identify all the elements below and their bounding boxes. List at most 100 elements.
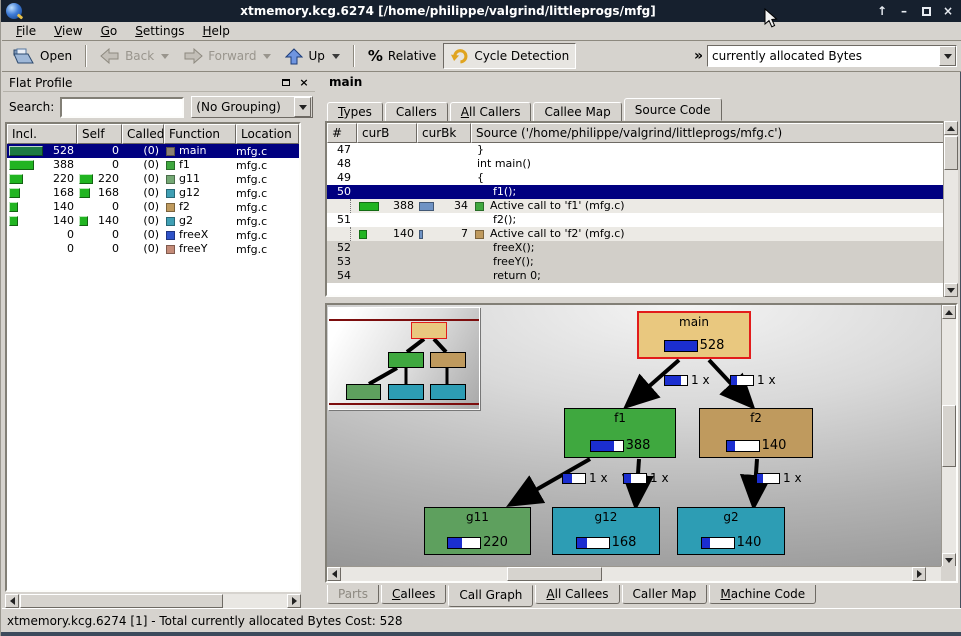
source-line-selected[interactable]: 50 f1();: [327, 185, 956, 199]
cost-bar: [9, 160, 34, 170]
scrollbar-thumb[interactable]: [507, 567, 602, 581]
scroll-left-icon[interactable]: [327, 567, 341, 581]
scroll-right-icon[interactable]: [287, 594, 301, 608]
graph-node-main[interactable]: main 528: [637, 311, 751, 359]
column-header-self[interactable]: Self: [77, 124, 122, 144]
table-row[interactable]: 0 0 (0) freeX mfg.c: [7, 228, 299, 242]
scrollbar-thumb[interactable]: [944, 136, 958, 170]
cost-bar: [359, 202, 379, 211]
column-header-called[interactable]: Called: [122, 124, 164, 144]
graph-vscrollbar[interactable]: [941, 305, 956, 567]
scroll-down-icon[interactable]: [942, 553, 956, 567]
titlebar: xtmemory.kcg.6274 [/home/philippe/valgri…: [1, 0, 961, 22]
column-header-line[interactable]: #: [327, 123, 357, 143]
tab-callee-map[interactable]: Callee Map: [533, 102, 621, 121]
source-line[interactable]: 54 return 0;: [327, 269, 956, 283]
menu-view[interactable]: View: [46, 23, 90, 39]
window-title: xtmemory.kcg.6274 [/home/philippe/valgri…: [22, 4, 874, 18]
tab-machine-code[interactable]: Machine Code: [709, 585, 816, 604]
table-row[interactable]: 528 0 (0) main mfg.c: [7, 144, 299, 158]
tab-all-callers[interactable]: All Callers: [450, 102, 532, 121]
table-row[interactable]: 0 0 (0) freeY mfg.c: [7, 242, 299, 256]
tab-all-callees[interactable]: All Callees: [535, 585, 619, 604]
scrollbar-thumb[interactable]: [942, 405, 956, 467]
call-graph-canvas[interactable]: main 528 f1 388 f2 140 g11 220 g12 168: [327, 305, 941, 567]
menu-help[interactable]: Help: [194, 23, 237, 39]
source-line[interactable]: 49 {: [327, 171, 956, 185]
graph-node-g2[interactable]: g2 140: [677, 507, 785, 555]
scroll-down-icon[interactable]: [944, 283, 958, 297]
source-line[interactable]: 53 freeY();: [327, 255, 956, 269]
open-button[interactable]: Open: [6, 43, 79, 69]
column-header-location[interactable]: Location: [236, 124, 299, 144]
source-vscrollbar[interactable]: [943, 121, 958, 297]
search-input[interactable]: [60, 97, 184, 118]
back-dropdown-icon[interactable]: [161, 54, 169, 59]
source-line[interactable]: 47 }: [327, 143, 956, 157]
tab-source-code[interactable]: Source Code: [624, 98, 722, 121]
graph-overview-minimap[interactable]: [328, 307, 480, 410]
cost-bar: [359, 230, 367, 239]
source-call-line[interactable]: 140 7 Active call to 'f2' (mfg.c): [327, 227, 956, 241]
graph-node-f1[interactable]: f1 388: [564, 408, 676, 458]
graph-node-f2[interactable]: f2 140: [699, 408, 813, 458]
source-line[interactable]: 51 f2();: [327, 213, 956, 227]
tab-types[interactable]: Types: [327, 102, 383, 121]
tab-callers[interactable]: Callers: [385, 102, 448, 121]
dock-float-button[interactable]: [279, 76, 293, 90]
minimize-button[interactable]: –: [896, 3, 912, 19]
graph-hscrollbar[interactable]: [327, 566, 941, 581]
cost-bar: [9, 202, 18, 212]
up-arrow-icon: [285, 48, 303, 65]
column-header-source[interactable]: Source ('/home/philippe/valgrind/littlep…: [471, 123, 956, 143]
cycle-detection-button[interactable]: Cycle Detection: [443, 43, 576, 69]
menu-go[interactable]: Go: [93, 23, 126, 39]
table-row[interactable]: 168 168 (0) g12 mfg.c: [7, 186, 299, 200]
relative-button[interactable]: % Relative: [361, 43, 443, 69]
scroll-right-icon[interactable]: [912, 567, 926, 581]
scroll-left-icon[interactable]: [5, 594, 19, 608]
scroll-up-icon[interactable]: [942, 305, 956, 319]
column-header-curb[interactable]: curB: [357, 123, 417, 143]
source-line[interactable]: 52 freeX();: [327, 241, 956, 255]
maximize-button[interactable]: [918, 3, 934, 19]
scroll-up-icon[interactable]: [944, 121, 958, 135]
close-button[interactable]: ×: [940, 3, 956, 19]
event-type-combobox[interactable]: currently allocated Bytes: [707, 45, 957, 67]
tab-caller-map[interactable]: Caller Map: [622, 585, 708, 604]
toolbar-overflow-icon[interactable]: »: [694, 48, 703, 64]
scrollbar-thumb[interactable]: [20, 594, 223, 608]
minimap-node-g2: [430, 384, 466, 400]
table-row[interactable]: 140 140 (0) g2 mfg.c: [7, 214, 299, 228]
dock-close-button[interactable]: ×: [297, 76, 311, 90]
column-header-function[interactable]: Function: [164, 124, 236, 144]
combobox-arrow-icon[interactable]: [939, 46, 956, 66]
source-line[interactable]: 48 int main(): [327, 157, 956, 171]
up-button[interactable]: Up: [278, 43, 346, 69]
edge-label-f2-g2: 1 x: [756, 471, 802, 485]
shade-button[interactable]: ↑: [874, 3, 890, 19]
grouping-combobox[interactable]: (No Grouping): [191, 96, 313, 118]
graph-node-g11[interactable]: g11 220: [424, 507, 531, 555]
forward-button[interactable]: Forward: [176, 43, 278, 69]
menu-file[interactable]: File: [8, 23, 44, 39]
menu-settings[interactable]: Settings: [127, 23, 192, 39]
table-row[interactable]: 220 220 (0) g11 mfg.c: [7, 172, 299, 186]
table-row[interactable]: 140 0 (0) f2 mfg.c: [7, 200, 299, 214]
tab-call-graph[interactable]: Call Graph: [448, 585, 533, 607]
forward-dropdown-icon[interactable]: [263, 54, 271, 59]
cost-bar: [9, 174, 23, 184]
tab-parts[interactable]: Parts: [327, 585, 379, 604]
forward-label: Forward: [208, 49, 256, 63]
flat-profile-hscrollbar[interactable]: [5, 594, 301, 608]
back-button[interactable]: Back: [93, 43, 176, 69]
source-call-line[interactable]: 388 34 Active call to 'f1' (mfg.c): [327, 199, 956, 213]
table-row[interactable]: 388 0 (0) f1 mfg.c: [7, 158, 299, 172]
column-header-incl[interactable]: Incl.: [7, 124, 77, 144]
column-header-curbk[interactable]: curBk: [417, 123, 471, 143]
up-dropdown-icon[interactable]: [332, 54, 340, 59]
grouping-arrow-icon[interactable]: [294, 97, 311, 117]
detail-tabbar-bottom: Parts Callees Call Graph All Callees Cal…: [327, 585, 957, 607]
tab-callees[interactable]: Callees: [381, 585, 446, 604]
graph-node-g12[interactable]: g12 168: [552, 507, 660, 555]
